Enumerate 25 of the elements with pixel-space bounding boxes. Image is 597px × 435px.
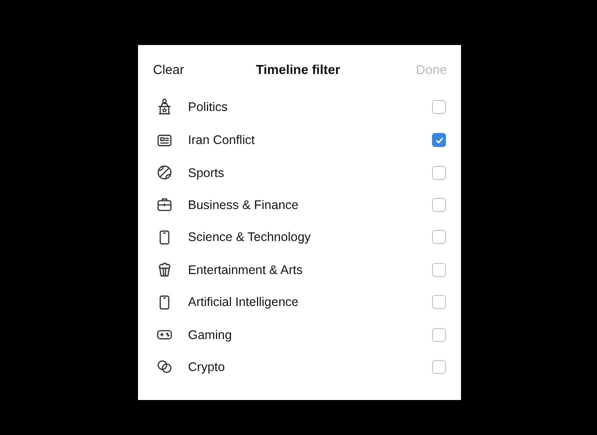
sheet-title: Timeline filter xyxy=(256,62,340,76)
topic-checkbox[interactable] xyxy=(432,230,446,244)
topic-checkbox[interactable] xyxy=(432,166,446,180)
topic-label: Gaming xyxy=(188,328,233,342)
topic-label: Entertainment & Arts xyxy=(188,262,304,277)
topic-checkbox[interactable] xyxy=(432,295,446,310)
topic-label: Politics xyxy=(188,100,229,114)
topic-label: Sports xyxy=(188,166,226,180)
ball-icon xyxy=(156,164,173,182)
topic-label: Iran Conflict xyxy=(188,133,256,148)
topic-label: Crypto xyxy=(188,360,226,374)
coins-icon xyxy=(156,358,173,376)
popcorn-icon xyxy=(156,261,173,278)
topic-label: Science & Technology xyxy=(188,230,312,244)
podium-icon xyxy=(156,98,173,115)
briefcase-icon xyxy=(156,196,173,214)
topic-label: Artificial Intelligence xyxy=(188,295,300,310)
topic-checkbox[interactable] xyxy=(432,100,446,114)
topic-checkbox[interactable] xyxy=(432,133,446,148)
topic-checkbox[interactable] xyxy=(432,198,446,212)
topic-checkbox[interactable] xyxy=(432,360,446,374)
clear-button[interactable]: Clear xyxy=(153,62,184,76)
topic-label: Business & Finance xyxy=(188,198,300,212)
topic-checkbox[interactable] xyxy=(432,328,446,342)
topic-checkbox[interactable] xyxy=(432,262,446,277)
